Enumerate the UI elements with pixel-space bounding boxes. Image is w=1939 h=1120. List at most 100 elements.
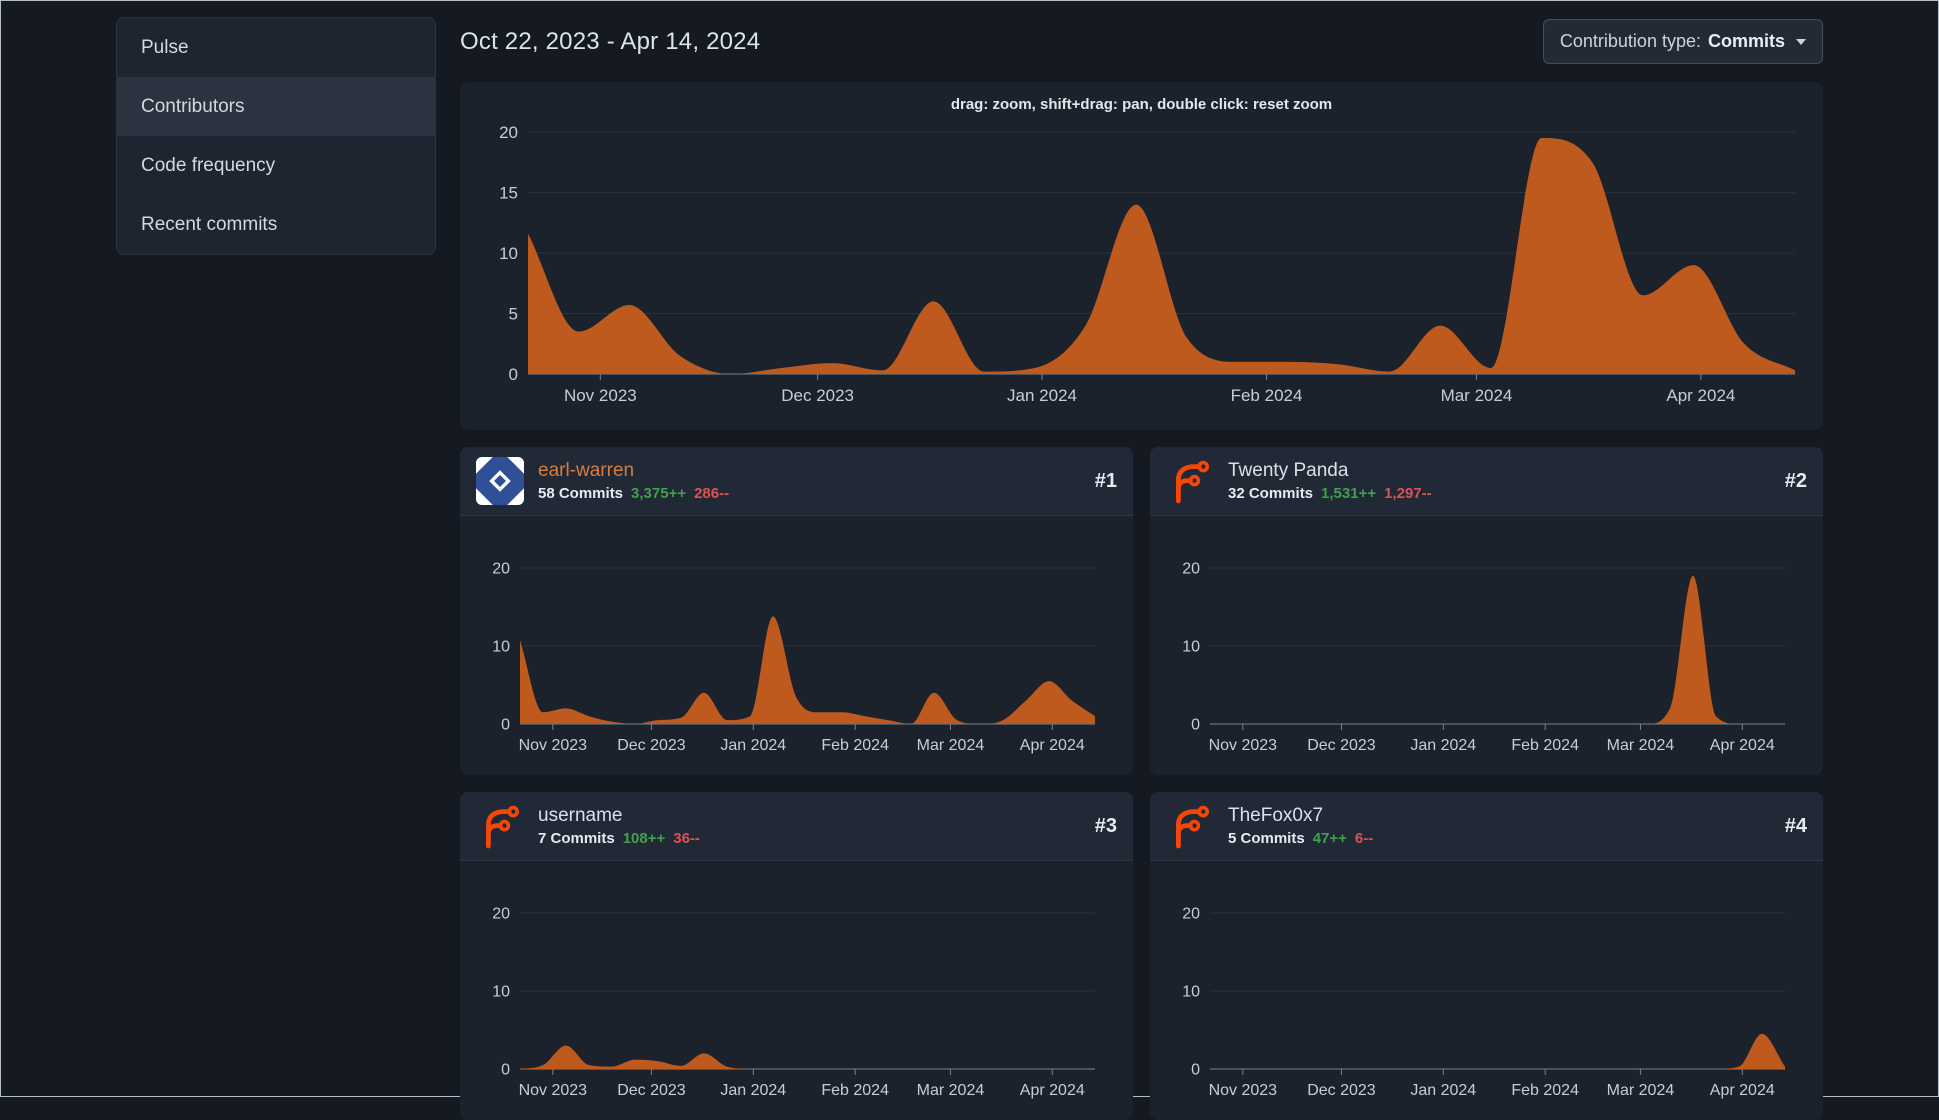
- sidebar-item-pulse[interactable]: Pulse: [117, 18, 435, 77]
- contribution-type-label: Contribution type:: [1559, 31, 1701, 51]
- additions-count: 108++: [622, 830, 666, 847]
- deletions-count: 36--: [673, 830, 700, 847]
- contributor-meta: earl-warren 58 Commits 3,375++ 286--: [538, 460, 729, 502]
- svg-text:20: 20: [499, 123, 518, 142]
- svg-text:Jan 2024: Jan 2024: [1410, 737, 1476, 754]
- svg-text:0: 0: [1191, 1062, 1200, 1079]
- svg-text:Apr 2024: Apr 2024: [1710, 737, 1775, 754]
- contributor-cards-grid: earl-warren 58 Commits 3,375++ 286-- #1 …: [460, 447, 1823, 1120]
- deletions-count: 1,297--: [1384, 485, 1432, 502]
- svg-text:0: 0: [501, 1062, 510, 1079]
- contribution-type-dropdown[interactable]: Contribution type: Commits: [1542, 19, 1823, 64]
- contributor-meta: TheFox0x7 5 Commits 47++ 6--: [1228, 805, 1373, 847]
- commit-count: 7 Commits: [538, 830, 615, 847]
- svg-text:Apr 2024: Apr 2024: [1020, 1082, 1085, 1099]
- svg-text:0: 0: [509, 365, 518, 384]
- caret-down-icon: [1796, 38, 1806, 45]
- contributor-commits-chart[interactable]: 0 10 20 Nov 2023 Dec 2023 Jan 2024 Feb 2024 Mar…: [470, 869, 1123, 1101]
- svg-text:Nov 2023: Nov 2023: [1209, 1082, 1278, 1099]
- svg-text:20: 20: [1182, 906, 1200, 923]
- additions-count: 3,375++: [631, 485, 687, 502]
- main-content: Oct 22, 2023 - Apr 14, 2024 Contribution…: [460, 17, 1823, 1120]
- additions-count: 1,531++: [1321, 485, 1377, 502]
- contributor-name-link[interactable]: Twenty Panda: [1228, 460, 1432, 482]
- contributor-commits-chart[interactable]: 0 10 20 Nov 2023 Dec 2023 Jan 2024 Feb 2024 Mar…: [470, 524, 1123, 756]
- svg-text:Dec 2023: Dec 2023: [781, 386, 854, 405]
- svg-text:Apr 2024: Apr 2024: [1020, 737, 1085, 754]
- deletions-count: 6--: [1354, 830, 1374, 847]
- contributor-card-1: earl-warren 58 Commits 3,375++ 286-- #1 …: [460, 447, 1133, 775]
- rank-badge: #2: [1784, 469, 1807, 492]
- commit-count: 58 Commits: [538, 485, 624, 502]
- svg-text:15: 15: [499, 183, 518, 202]
- svg-text:Feb 2024: Feb 2024: [1511, 1082, 1579, 1099]
- contributor-meta: Twenty Panda 32 Commits 1,531++ 1,297--: [1228, 460, 1432, 502]
- svg-text:Nov 2023: Nov 2023: [519, 737, 588, 754]
- svg-text:Nov 2023: Nov 2023: [519, 1082, 588, 1099]
- sidebar-menu: Pulse Contributors Code frequency Recent…: [116, 17, 436, 255]
- commit-count: 32 Commits: [1228, 485, 1314, 502]
- svg-text:Apr 2024: Apr 2024: [1666, 386, 1735, 405]
- svg-text:Dec 2023: Dec 2023: [1307, 737, 1376, 754]
- contributor-commits-chart[interactable]: 0 10 20 Nov 2023 Dec 2023 Jan 2024 Feb 2024 Mar…: [1160, 524, 1813, 756]
- svg-text:Jan 2024: Jan 2024: [720, 1082, 786, 1099]
- forgejo-logo-avatar: [1166, 457, 1214, 505]
- contributor-card-header: Twenty Panda 32 Commits 1,531++ 1,297-- …: [1150, 447, 1823, 516]
- overall-contributions-chart[interactable]: 0 5 10 15 20 Nov 2023 Dec 2023 Jan 2024 Feb 2024…: [480, 122, 1803, 414]
- svg-text:Jan 2024: Jan 2024: [1410, 1082, 1476, 1099]
- contributor-card-header: username 7 Commits 108++ 36-- #3: [460, 792, 1133, 861]
- date-range-title: Oct 22, 2023 - Apr 14, 2024: [460, 27, 761, 55]
- additions-count: 47++: [1312, 830, 1347, 847]
- sidebar-item-recent-commits[interactable]: Recent commits: [117, 195, 435, 254]
- contributor-name-link[interactable]: username: [538, 805, 700, 827]
- contributor-card-2: Twenty Panda 32 Commits 1,531++ 1,297-- …: [1150, 447, 1823, 775]
- svg-text:20: 20: [1182, 561, 1200, 578]
- svg-text:Jan 2024: Jan 2024: [1007, 386, 1077, 405]
- contributor-stats: 5 Commits 47++ 6--: [1228, 830, 1373, 847]
- svg-text:Feb 2024: Feb 2024: [821, 1082, 889, 1099]
- svg-text:Dec 2023: Dec 2023: [1307, 1082, 1376, 1099]
- svg-text:Mar 2024: Mar 2024: [1441, 386, 1513, 405]
- svg-text:Jan 2024: Jan 2024: [720, 737, 786, 754]
- forgejo-logo-avatar: [1166, 802, 1214, 850]
- overall-contributions-card: drag: zoom, shift+drag: pan, double clic…: [460, 82, 1823, 430]
- svg-text:10: 10: [1182, 639, 1200, 656]
- contributor-commits-chart[interactable]: 0 10 20 Nov 2023 Dec 2023 Jan 2024 Feb 2024 Mar…: [1160, 869, 1813, 1101]
- commit-count: 5 Commits: [1228, 830, 1305, 847]
- contributor-meta: username 7 Commits 108++ 36--: [538, 805, 700, 847]
- svg-text:Dec 2023: Dec 2023: [617, 1082, 686, 1099]
- sidebar-item-contributors[interactable]: Contributors: [117, 77, 435, 136]
- svg-text:Mar 2024: Mar 2024: [917, 1082, 985, 1099]
- svg-text:10: 10: [492, 984, 510, 1001]
- forgejo-logo-avatar: [476, 802, 524, 850]
- contributor-name-link[interactable]: earl-warren: [538, 460, 729, 482]
- svg-text:Feb 2024: Feb 2024: [1511, 737, 1579, 754]
- contributors-page: Pulse Contributors Code frequency Recent…: [1, 1, 1938, 1120]
- svg-text:Mar 2024: Mar 2024: [917, 737, 985, 754]
- contributor-stats: 32 Commits 1,531++ 1,297--: [1228, 485, 1432, 502]
- svg-text:10: 10: [1182, 984, 1200, 1001]
- svg-text:Feb 2024: Feb 2024: [821, 737, 889, 754]
- svg-text:Nov 2023: Nov 2023: [1209, 737, 1278, 754]
- contributor-name-link[interactable]: TheFox0x7: [1228, 805, 1373, 827]
- contribution-type-value: Commits: [1707, 31, 1785, 51]
- contributor-card-3: username 7 Commits 108++ 36-- #3 0 10 20 No…: [460, 792, 1133, 1120]
- rank-badge: #3: [1094, 814, 1117, 837]
- contributor-card-header: TheFox0x7 5 Commits 47++ 6-- #4: [1150, 792, 1823, 861]
- topbar: Oct 22, 2023 - Apr 14, 2024 Contribution…: [460, 19, 1823, 64]
- svg-text:Apr 2024: Apr 2024: [1710, 1082, 1775, 1099]
- rank-badge: #4: [1784, 814, 1807, 837]
- svg-text:0: 0: [1191, 717, 1200, 734]
- deletions-count: 286--: [694, 485, 730, 502]
- sidebar-item-code-frequency[interactable]: Code frequency: [117, 136, 435, 195]
- contributor-card-4: TheFox0x7 5 Commits 47++ 6-- #4 0 10 20 Nov…: [1150, 792, 1823, 1120]
- svg-text:Mar 2024: Mar 2024: [1607, 1082, 1675, 1099]
- chart-zoom-hint: drag: zoom, shift+drag: pan, double clic…: [950, 96, 1333, 113]
- svg-text:20: 20: [492, 906, 510, 923]
- svg-text:0: 0: [501, 717, 510, 734]
- svg-text:Dec 2023: Dec 2023: [617, 737, 686, 754]
- svg-text:Mar 2024: Mar 2024: [1607, 737, 1675, 754]
- svg-text:Feb 2024: Feb 2024: [1231, 386, 1303, 405]
- contributor-stats: 7 Commits 108++ 36--: [538, 830, 700, 847]
- rank-badge: #1: [1094, 469, 1117, 492]
